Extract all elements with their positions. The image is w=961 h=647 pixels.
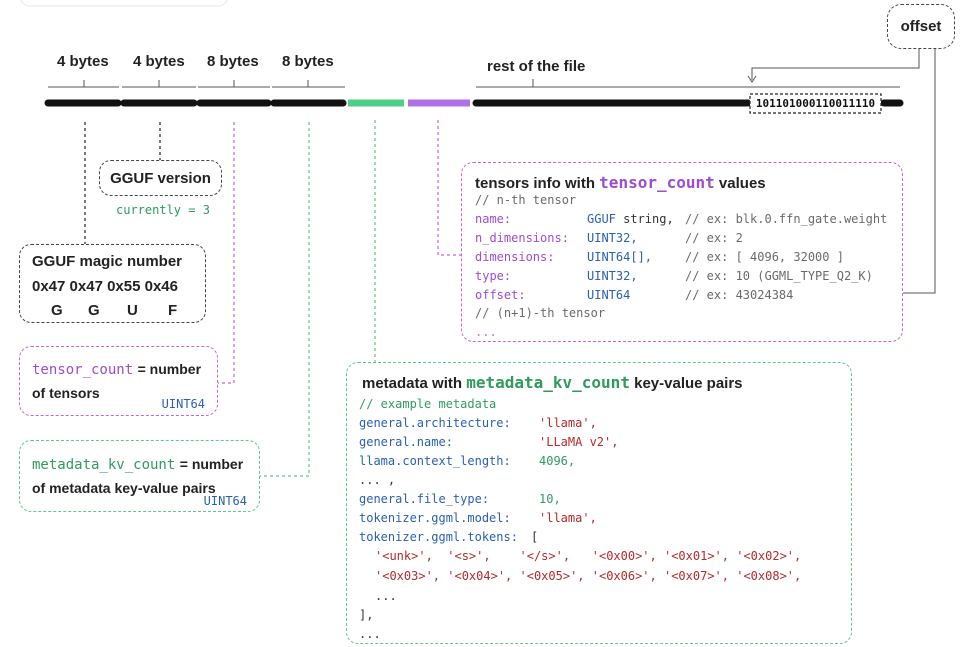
tensor-field-type: UINT32, — [587, 269, 638, 283]
gguf-magic-char-g2: G — [88, 302, 100, 319]
tensor-field-name: dimensions: — [475, 250, 555, 264]
metadata-tokens-line-2: '<0x03>', '<0x04>', '<0x05>', '<0x06>', … — [375, 569, 802, 583]
label-8-bytes-tensor-count: 8 bytes — [207, 53, 259, 70]
metadata-title-code: metadata_kv_count — [466, 373, 630, 392]
metadata-kv-count-line2: of metadata key-value pairs — [32, 480, 216, 496]
metadata-kv-count-box: metadata_kv_count = number of metadata k… — [19, 440, 260, 512]
gguf-magic-char-u: U — [127, 302, 138, 319]
tensor-field-type: UINT64 — [587, 288, 631, 302]
metadata-kv-count-type: UINT64 — [203, 494, 247, 508]
metadata-end-ellipsis: ... — [359, 627, 381, 641]
gguf-magic-box: GGUF magic number 0x47 0x47 0x55 0x46 G … — [19, 244, 206, 323]
metadata-value: 'llama', — [539, 416, 597, 430]
offset-label: offset — [900, 18, 942, 35]
metadata-title: metadata with metadata_kv_count key-valu… — [362, 373, 743, 392]
metadata-value: [ — [531, 530, 539, 544]
tensors-info-box: tensors info with tensor_count values //… — [461, 162, 903, 342]
tensor-count-name: tensor_count — [32, 362, 134, 378]
metadata-close-bracket: ], — [359, 608, 374, 622]
tensor-field-name: name: — [475, 212, 512, 226]
byte-brackets — [48, 79, 900, 88]
tensor-field-comment: // ex: 10 (GGML_TYPE_Q2_K) — [685, 269, 873, 283]
metadata-key: llama.context_length: — [359, 454, 511, 468]
purple-connectors — [218, 120, 461, 384]
gguf-magic-char-f: F — [168, 302, 178, 319]
tensor-field-comment: // ex: 43024384 — [685, 288, 794, 302]
tensor-field-type: UINT64[], — [587, 250, 653, 264]
metadata-kv-count-name: metadata_kv_count — [32, 457, 176, 473]
tensors-info-title: tensors info with tensor_count values — [475, 173, 766, 192]
tensors-info-comment-1: // n-th tensor — [475, 193, 577, 207]
metadata-key: general.architecture: — [359, 416, 511, 430]
metadata-key: tokenizer.ggml.tokens: — [359, 530, 518, 544]
metadata-comment: // example metadata — [359, 397, 497, 411]
metadata-kv-count-eq: = number — [179, 456, 244, 472]
metadata-tokens-line-1: '<unk>', '<s>', '</s>', '<0x00>', '<0x01… — [375, 549, 802, 563]
tensor-count-box: tensor_count = number of tensors UINT64 — [19, 346, 218, 416]
tensors-info-ellipsis: ... — [475, 325, 497, 339]
metadata-key: ... , — [359, 473, 396, 487]
offset-callout: offset — [887, 4, 955, 49]
label-4-bytes-version: 4 bytes — [133, 53, 185, 70]
top-fragment — [20, 0, 228, 7]
tensors-info-title-code: tensor_count — [599, 173, 715, 192]
metadata-value: 10, — [539, 492, 561, 506]
tensor-count-type: UINT64 — [161, 397, 205, 411]
metadata-tokens-ellipsis: ... — [375, 589, 397, 603]
tensor-field-comment: // ex: 2 — [685, 231, 743, 245]
label-8-bytes-kv-count: 8 bytes — [282, 53, 334, 70]
tensor-field-type: UINT32, — [587, 231, 638, 245]
tensor-field-comment: // ex: blk.0.ffn_gate.weight — [685, 212, 888, 226]
label-4-bytes-magic: 4 bytes — [57, 53, 109, 70]
tensor-field-type: GGUF string, — [587, 212, 674, 226]
metadata-box: metadata with metadata_kv_count key-valu… — [346, 362, 852, 644]
label-rest-of-file: rest of the file — [487, 58, 586, 75]
metadata-key: general.file_type: — [359, 492, 490, 506]
metadata-value: 'LLaMA v2', — [539, 435, 619, 449]
metadata-key: general.name: — [359, 435, 453, 449]
tensor-field-name: n_dimensions: — [475, 231, 569, 245]
gguf-version-title: GGUF version — [110, 170, 211, 187]
tensor-count-eq: = number — [137, 361, 202, 377]
metadata-key: tokenizer.ggml.model: — [359, 511, 511, 525]
gguf-magic-hex: 0x47 0x47 0x55 0x46 — [32, 278, 178, 295]
tensor-count-line2: of tensors — [32, 385, 100, 401]
gguf-magic-char-g1: G — [51, 302, 63, 319]
gguf-version-note: currently = 3 — [116, 203, 210, 217]
metadata-value: 'llama', — [539, 511, 597, 525]
tensors-info-comment-2: // (n+1)-th tensor — [475, 306, 606, 320]
gguf-version-box: GGUF version — [99, 160, 222, 196]
tensor-field-comment: // ex: [ 4096, 32000 ] — [685, 250, 844, 264]
metadata-value: 4096, — [539, 454, 576, 468]
gguf-magic-title: GGUF magic number — [32, 253, 183, 270]
tensor-field-name: offset: — [475, 288, 526, 302]
tensor-field-name: type: — [475, 269, 512, 283]
offset-bits: 101101000110011110 — [755, 97, 876, 110]
